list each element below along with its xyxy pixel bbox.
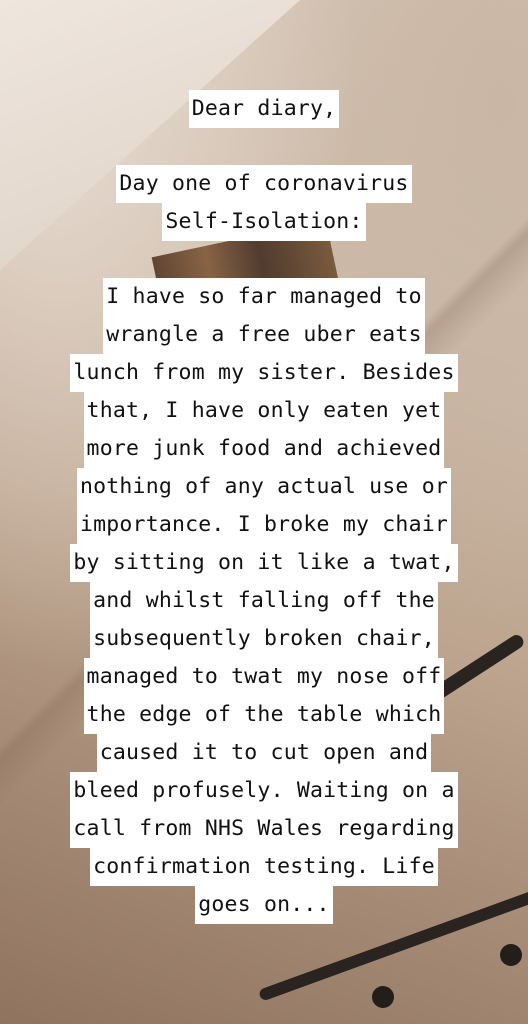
body-line: lunch from my sister. Besides	[70, 354, 458, 392]
body-line: by sitting on it like a twat,	[70, 544, 458, 582]
bed-frame-knob	[500, 944, 522, 966]
body-line: that, I have only eaten yet	[83, 392, 445, 430]
heading-line: Self-Isolation:	[162, 203, 366, 241]
bed-frame-knob	[372, 986, 394, 1008]
greeting-line: Dear diary,	[188, 90, 340, 128]
body-line: goes on...	[195, 886, 333, 924]
body-line: subsequently broken chair,	[90, 620, 438, 658]
body-line: confirmation testing. Life	[90, 848, 438, 886]
body-line: more junk food and achieved	[83, 430, 445, 468]
body-line: importance. I broke my chair	[76, 506, 452, 544]
body-line: I have so far managed to	[103, 278, 425, 316]
diary-text-overlay: Dear diary, Day one of coronavirus Self-…	[0, 90, 528, 924]
body-line: nothing of any actual use or	[76, 468, 452, 506]
body-line: wrangle a free uber eats	[103, 316, 425, 354]
body-line: bleed profusely. Waiting on a	[70, 772, 458, 810]
body-line: and whilst falling off the	[90, 582, 438, 620]
body-line: the edge of the table which	[83, 696, 445, 734]
body-line: caused it to cut open and	[96, 734, 432, 772]
body-line: call from NHS Wales regarding	[70, 810, 458, 848]
heading-line: Day one of coronavirus	[116, 165, 412, 203]
body-line: managed to twat my nose off	[83, 658, 445, 696]
